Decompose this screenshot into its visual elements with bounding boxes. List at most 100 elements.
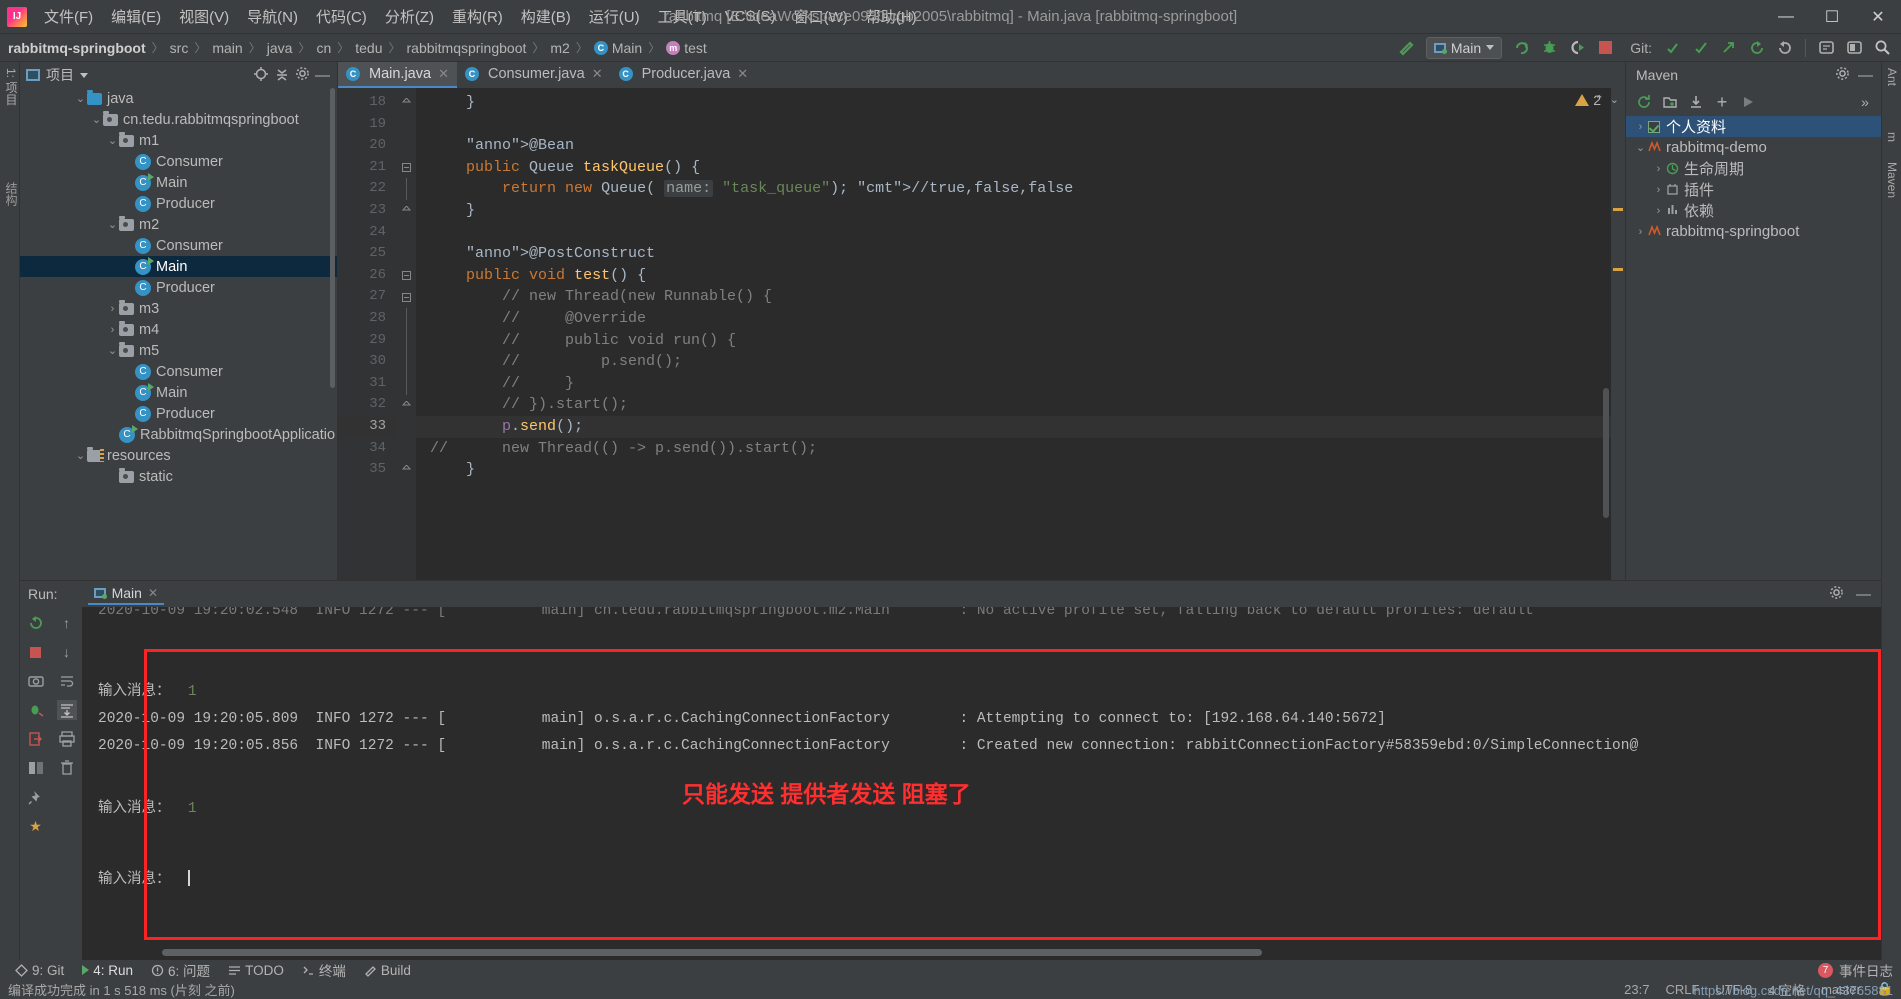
code-line[interactable]	[416, 222, 1625, 244]
warning-marker[interactable]	[1613, 268, 1623, 271]
caret-position[interactable]: 23:7	[1624, 982, 1649, 997]
maven-tree-node[interactable]: › 插件	[1626, 179, 1881, 200]
menu-window[interactable]: 窗口(W)	[785, 3, 857, 30]
tree-node[interactable]: ⌄ m1	[20, 130, 337, 151]
breadcrumb-project[interactable]: rabbitmq-springboot	[8, 40, 146, 56]
commit-icon[interactable]	[1660, 36, 1686, 60]
breadcrumb-tedu[interactable]: tedu	[355, 40, 382, 56]
tree-node[interactable]: static	[20, 466, 337, 487]
chevron-right-icon[interactable]: ›	[106, 323, 119, 336]
maven-tree-node[interactable]: › rabbitmq-springboot	[1626, 221, 1881, 242]
code-line[interactable]: "anno">@Bean	[416, 135, 1625, 157]
rerun-icon[interactable]	[26, 613, 46, 633]
menu-tools[interactable]: 工具(T)	[649, 3, 716, 30]
maven-tree-node[interactable]: › 个人资料	[1626, 116, 1881, 137]
stripe-project-label[interactable]: 1: 项目	[3, 68, 20, 105]
code-line[interactable]: "anno">@PostConstruct	[416, 243, 1625, 265]
chevron-down-icon[interactable]: ⌄	[106, 344, 119, 357]
bottom-tab-run[interactable]: 4: Run	[73, 963, 142, 978]
pin-icon[interactable]	[26, 787, 46, 807]
fold-marker[interactable]	[396, 394, 416, 416]
code-line[interactable]: }	[416, 92, 1625, 114]
code-line[interactable]: // }).start();	[416, 394, 1625, 416]
layout-icon[interactable]	[26, 758, 46, 778]
hide-panel-icon[interactable]: —	[315, 67, 330, 84]
stripe-ant-label[interactable]: Ant	[1885, 68, 1899, 86]
chevron-down-icon[interactable]: ⌄	[74, 92, 87, 105]
settings-icon[interactable]	[295, 66, 310, 84]
tree-node[interactable]: › m4	[20, 319, 337, 340]
rerun-failed-icon[interactable]	[26, 700, 46, 720]
export-icon[interactable]	[26, 729, 46, 749]
tree-node[interactable]: C RabbitmqSpringbootApplicatio	[20, 424, 337, 445]
maven-tree-node[interactable]: › 生命周期	[1626, 158, 1881, 179]
close-button[interactable]: ✕	[1855, 0, 1901, 34]
update-icon[interactable]	[1744, 36, 1770, 60]
menu-navigate[interactable]: 导航(N)	[238, 3, 307, 30]
menu-code[interactable]: 代码(C)	[307, 3, 376, 30]
chevron-right-icon[interactable]: ›	[1652, 183, 1665, 196]
stripe-maven-label[interactable]: Maven	[1885, 162, 1899, 198]
fold-marker[interactable]	[396, 329, 416, 352]
check-icon[interactable]	[1688, 36, 1714, 60]
close-icon[interactable]: ✕	[592, 66, 603, 82]
chevron-down-icon[interactable]: ⌄	[1610, 93, 1619, 106]
chevron-down-icon[interactable]: ⌄	[106, 134, 119, 147]
build-icon[interactable]	[1394, 36, 1420, 60]
chevron-right-icon[interactable]: ›	[1634, 225, 1647, 238]
bottom-tab-git[interactable]: 9: Git	[6, 963, 73, 978]
tree-node[interactable]: C Consumer	[20, 151, 337, 172]
download-sources-icon[interactable]	[1688, 94, 1704, 110]
chevron-right-icon[interactable]: ›	[106, 302, 119, 315]
code-line[interactable]: return new Queue( name: "task_queue"); "…	[416, 178, 1625, 200]
code-line[interactable]: public void test() {	[416, 265, 1625, 287]
scroll-to-end-icon[interactable]	[56, 700, 77, 720]
screenshot-icon[interactable]	[26, 671, 46, 691]
breadcrumb-package[interactable]: rabbitmqspringboot	[407, 40, 527, 56]
debug-icon[interactable]	[1536, 36, 1562, 60]
menu-vcs[interactable]: VCS(S)	[716, 5, 785, 28]
scroll-up-icon[interactable]: ↑	[57, 613, 77, 633]
fold-marker[interactable]	[396, 286, 416, 308]
minimize-button[interactable]: —	[1763, 0, 1809, 34]
close-icon[interactable]: ✕	[737, 66, 748, 82]
maximize-button[interactable]: ☐	[1809, 0, 1855, 34]
menu-build[interactable]: 构建(B)	[512, 3, 580, 30]
tree-node[interactable]: C Producer	[20, 277, 337, 298]
rollback-icon[interactable]	[1772, 36, 1798, 60]
tab-producer-java[interactable]: C Producer.java ✕	[611, 62, 757, 88]
fold-marker[interactable]	[396, 265, 416, 287]
search-everywhere-icon[interactable]	[1813, 36, 1839, 60]
settings-icon[interactable]	[1829, 585, 1844, 603]
breadcrumb-src[interactable]: src	[170, 40, 189, 56]
scroll-down-icon[interactable]: ↓	[57, 642, 77, 662]
tree-node[interactable]: ⌄ resources	[20, 445, 337, 466]
magnifier-icon[interactable]	[1869, 36, 1895, 60]
bottom-tab-terminal[interactable]: 终端	[293, 960, 355, 980]
tree-node[interactable]: C Producer	[20, 193, 337, 214]
breadcrumb-java[interactable]: java	[267, 40, 293, 56]
tree-node[interactable]: C Consumer	[20, 361, 337, 382]
menu-edit[interactable]: 编辑(E)	[102, 3, 170, 30]
code-line[interactable]: // @Override	[416, 308, 1625, 330]
console-output[interactable]: 2020-10-09 19:20:02.548 INFO 1272 --- [ …	[82, 607, 1881, 960]
breadcrumb-m2[interactable]: m2	[550, 40, 569, 56]
code-line[interactable]: p.send();	[416, 415, 1625, 438]
chevron-right-icon[interactable]: ›	[1652, 204, 1665, 217]
tree-node[interactable]: ⌄ cn.tedu.rabbitmqspringboot	[20, 109, 337, 130]
tree-vertical-scrollbar[interactable]	[330, 88, 335, 388]
menu-refactor[interactable]: 重构(R)	[443, 3, 512, 30]
fold-marker[interactable]	[396, 157, 416, 179]
tree-node[interactable]: C Main	[20, 172, 337, 193]
chevron-down-icon[interactable]	[80, 72, 88, 78]
run-coverage-icon[interactable]	[1564, 36, 1590, 60]
breadcrumb-main[interactable]: main	[212, 40, 242, 56]
code-line[interactable]: // }	[416, 373, 1625, 395]
stop-icon[interactable]	[26, 642, 46, 662]
tab-consumer-java[interactable]: C Consumer.java ✕	[457, 62, 611, 88]
add-maven-project-icon[interactable]	[1662, 94, 1678, 110]
maven-tree-node[interactable]: ⌄ rabbitmq-demo	[1626, 137, 1881, 158]
code-line[interactable]: public Queue taskQueue() {	[416, 157, 1625, 179]
print-icon[interactable]	[57, 729, 77, 749]
maven-tree-node[interactable]: › 依赖	[1626, 200, 1881, 221]
